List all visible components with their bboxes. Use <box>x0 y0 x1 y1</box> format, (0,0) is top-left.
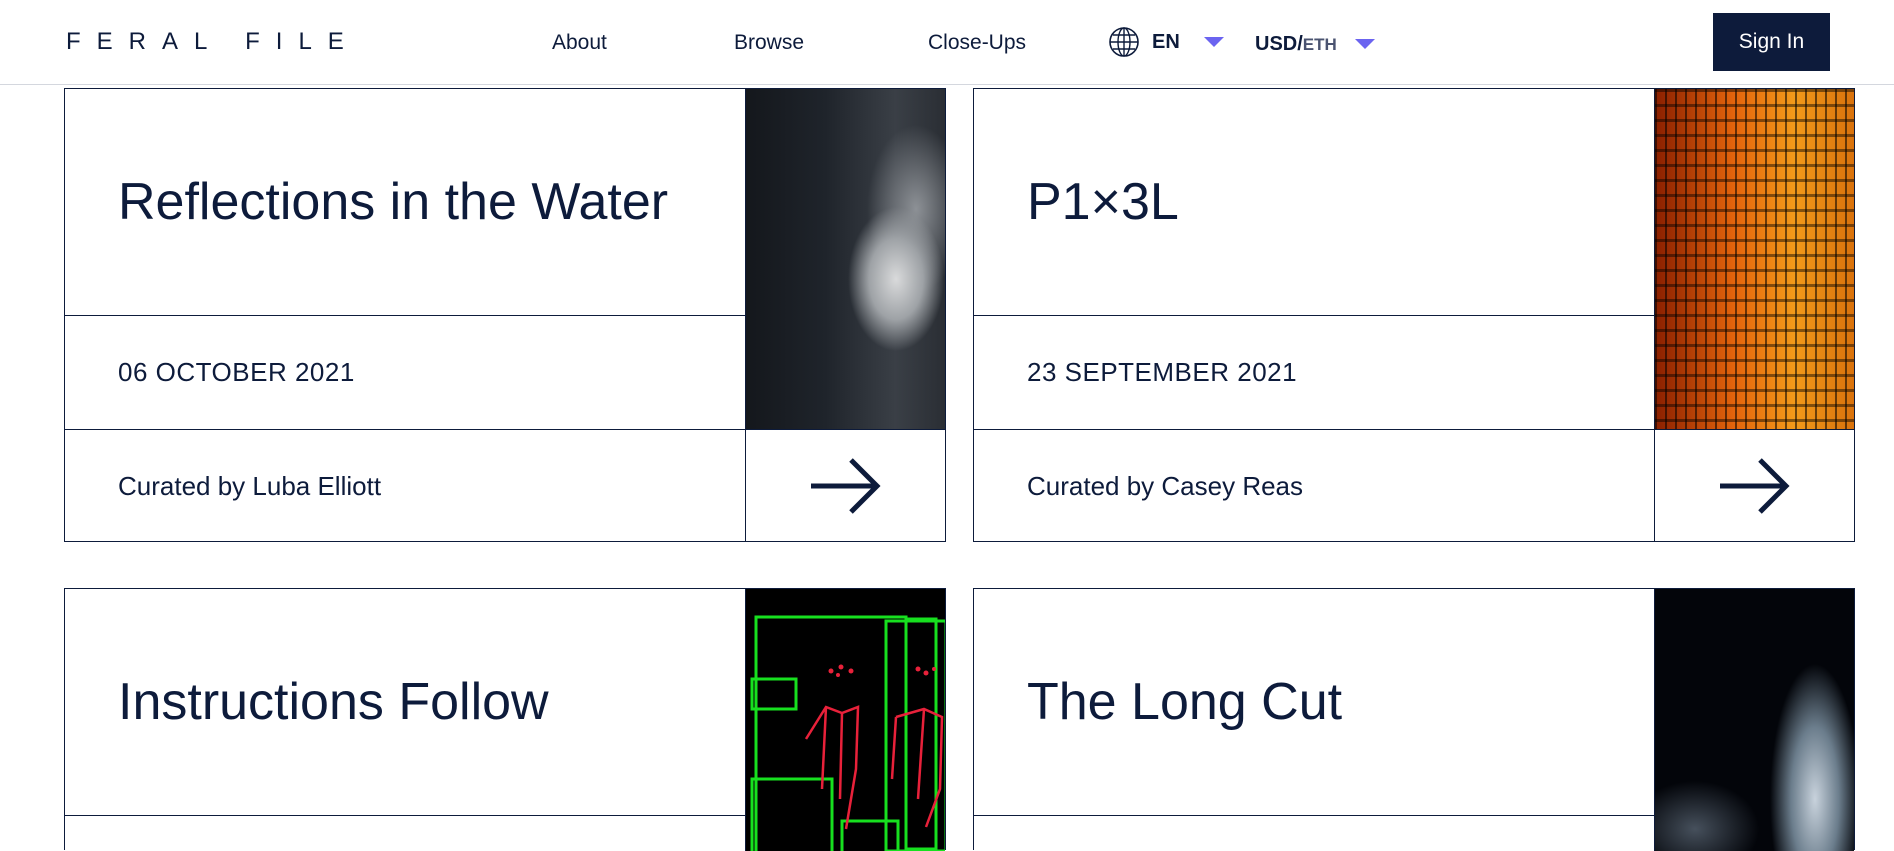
exhibition-card[interactable]: Instructions Follow <box>64 588 946 851</box>
top-navigation-bar: FERAL FILE About Browse Close-Ups EN USD… <box>0 0 1894 85</box>
exhibition-card[interactable]: Reflections in the Water 06 OCTOBER 2021… <box>64 88 946 542</box>
exhibition-thumbnail[interactable] <box>1655 589 1854 851</box>
exhibition-thumbnail[interactable] <box>746 589 945 851</box>
nav-link-browse[interactable]: Browse <box>734 30 804 56</box>
currency-usd-label: USD/ <box>1255 33 1303 55</box>
exhibition-date <box>974 816 1655 851</box>
nav-link-about[interactable]: About <box>552 30 607 56</box>
exhibition-curator: Curated by Luba Elliott <box>65 430 746 542</box>
exhibition-thumbnail[interactable] <box>746 89 945 430</box>
language-selector[interactable]: EN <box>1108 24 1224 60</box>
exhibition-title[interactable]: Instructions Follow <box>65 589 746 816</box>
feral-file-logo[interactable]: FERAL FILE <box>66 28 360 56</box>
arrow-right-icon[interactable] <box>746 430 945 542</box>
green-wireframe-artwork <box>750 615 945 851</box>
sign-in-button[interactable]: Sign In <box>1713 13 1830 71</box>
exhibition-thumbnail[interactable] <box>1655 89 1854 430</box>
exhibition-date: 06 OCTOBER 2021 <box>65 316 746 430</box>
arrow-right-icon[interactable] <box>1655 430 1854 542</box>
nav-link-close-ups[interactable]: Close-Ups <box>928 30 1026 56</box>
exhibition-date <box>65 816 746 851</box>
exhibition-title[interactable]: P1×3L <box>974 89 1655 316</box>
globe-icon <box>1109 27 1139 57</box>
exhibition-card[interactable]: P1×3L 23 SEPTEMBER 2021 Curated by Casey… <box>973 88 1855 542</box>
currency-eth-label: ETH <box>1302 35 1337 54</box>
exhibition-card[interactable]: The Long Cut <box>973 588 1855 851</box>
exhibition-title[interactable]: The Long Cut <box>974 589 1655 816</box>
arrow-right-icon <box>1719 458 1790 514</box>
exhibition-curator: Curated by Casey Reas <box>974 430 1655 542</box>
language-label: EN <box>1152 31 1180 53</box>
chevron-down-icon <box>1354 39 1375 49</box>
exhibition-date: 23 SEPTEMBER 2021 <box>974 316 1655 430</box>
arrow-right-icon <box>810 458 881 514</box>
currency-selector[interactable]: USD/ ETH <box>1255 30 1375 58</box>
chevron-down-icon <box>1203 37 1224 47</box>
exhibition-title[interactable]: Reflections in the Water <box>65 89 746 316</box>
